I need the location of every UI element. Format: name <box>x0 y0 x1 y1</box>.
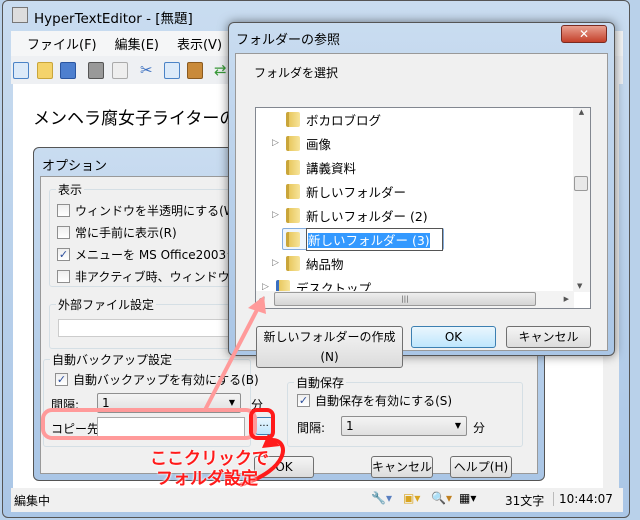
copy-to-highlight <box>41 408 257 440</box>
annotation-line-2: フォルダ設定 <box>156 469 258 489</box>
annotation-line-1: ここクリックで <box>150 449 269 469</box>
pink-arrow-line <box>203 307 260 411</box>
annotation-text: ここクリックで フォルダ設定 <box>150 449 269 489</box>
annotation-overlay <box>41 296 285 487</box>
